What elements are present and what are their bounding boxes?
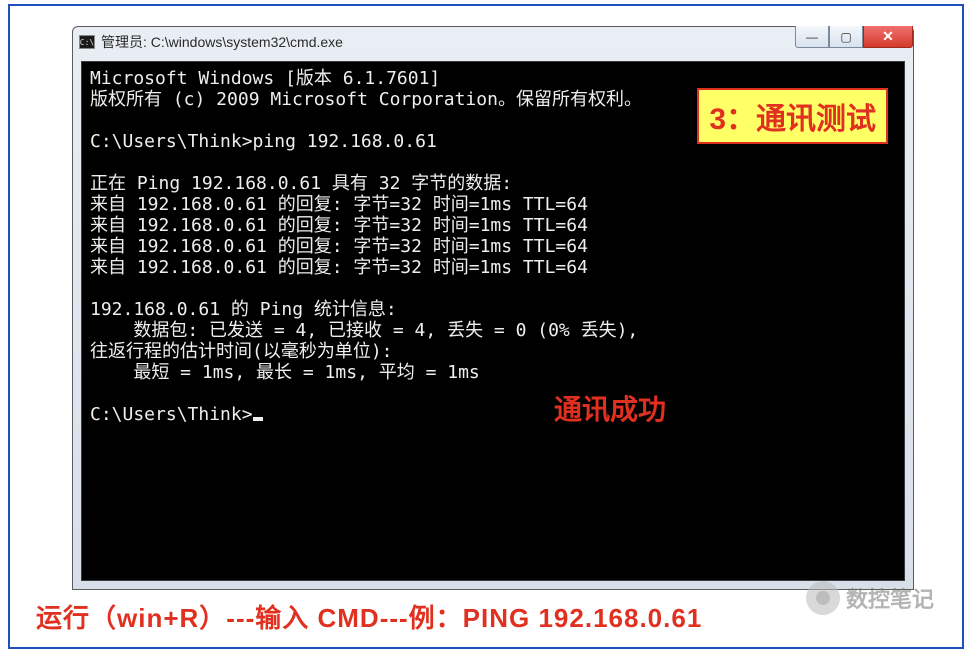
- close-button[interactable]: ✕: [863, 26, 913, 48]
- line: Microsoft Windows [版本 6.1.7601]: [90, 68, 440, 89]
- line: 版权所有 (c) 2009 Microsoft Corporation。保留所有…: [90, 89, 642, 110]
- annotation-callout: 3：通讯测试: [697, 88, 888, 144]
- minimize-button[interactable]: —: [795, 26, 829, 48]
- slide-frame: C:\ 管理员: C:\windows\system32\cmd.exe — ▢…: [8, 4, 964, 649]
- window-title: 管理员: C:\windows\system32\cmd.exe: [101, 32, 343, 52]
- line: 正在 Ping 192.168.0.61 具有 32 字节的数据:: [90, 173, 512, 194]
- watermark: 数控笔记: [806, 581, 934, 615]
- watermark-icon: [806, 581, 840, 615]
- line: 来自 192.168.0.61 的回复: 字节=32 时间=1ms TTL=64: [90, 236, 588, 257]
- line: 192.168.0.61 的 Ping 统计信息:: [90, 299, 397, 320]
- line: 来自 192.168.0.61 的回复: 字节=32 时间=1ms TTL=64: [90, 194, 588, 215]
- cursor-icon: [253, 417, 263, 421]
- titlebar[interactable]: C:\ 管理员: C:\windows\system32\cmd.exe — ▢…: [73, 27, 913, 57]
- system-menu-icon[interactable]: C:\: [79, 35, 95, 49]
- line: 来自 192.168.0.61 的回复: 字节=32 时间=1ms TTL=64: [90, 257, 588, 278]
- maximize-button[interactable]: ▢: [829, 26, 863, 48]
- instruction-text: 运行（win+R）---输入 CMD---例：PING 192.168.0.61: [36, 598, 702, 635]
- watermark-text: 数控笔记: [846, 582, 934, 614]
- prompt-line: C:\Users\Think>: [90, 404, 253, 425]
- line: 来自 192.168.0.61 的回复: 字节=32 时间=1ms TTL=64: [90, 215, 588, 236]
- callout-number: 3: [709, 103, 726, 136]
- callout-sep: ：: [726, 103, 756, 136]
- callout-label: 通讯测试: [756, 103, 876, 136]
- line: 往返行程的估计时间(以毫秒为单位):: [90, 341, 393, 362]
- success-annotation: 通讯成功: [554, 388, 666, 428]
- line: 数据包: 已发送 = 4, 已接收 = 4, 丢失 = 0 (0% 丢失),: [90, 320, 638, 341]
- window-controls: — ▢ ✕: [795, 26, 913, 48]
- line: 最短 = 1ms, 最长 = 1ms, 平均 = 1ms: [90, 362, 480, 383]
- line: C:\Users\Think>ping 192.168.0.61: [90, 131, 437, 152]
